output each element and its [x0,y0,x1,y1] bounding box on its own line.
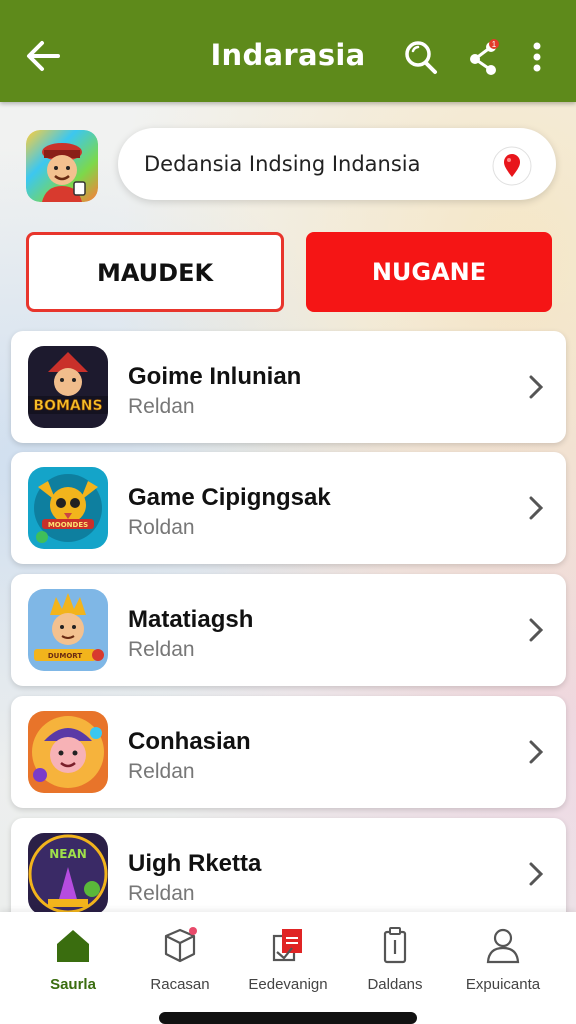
nav-item-expuicanta[interactable]: Expuicanta [448,926,558,1006]
chevron-right-icon [529,862,544,886]
mascot-icon [26,130,98,202]
share-badge: 1 [492,40,497,49]
nav-item-eedevanign[interactable]: Eedevanign [233,926,343,1006]
documents-icon [272,929,302,962]
person-icon [486,928,520,964]
thumb-logo-text: NEAN [49,847,87,861]
map-pin-icon[interactable] [492,146,532,186]
home-icon [57,930,89,962]
maudek-button[interactable]: MAUDEK [26,232,284,312]
thumb-logo-text: DUMORT [48,652,82,660]
game-thumbnail: MOONDES [28,467,108,549]
game-subtitle: Roldan [128,516,195,539]
game-title: Goime Inlunian [128,363,302,390]
game-title: Uigh Rketta [128,850,262,877]
game-subtitle: Reldan [128,395,195,418]
nav-item-saurla[interactable]: Saurla [18,926,128,1006]
search-icon [405,41,437,74]
search-bar[interactable]: Dedansia Indsing Indansia [118,128,556,200]
thumb-logo-text: MOONDES [48,521,88,529]
nav-item-daldans[interactable]: Daldans [340,926,450,1006]
nav-label: Expuicanta [465,976,541,993]
nav-item-racasan[interactable]: Racasan [125,926,235,1006]
share-button[interactable]: 1 [466,38,502,76]
chevron-right-icon [529,496,544,520]
game-subtitle: Reldan [128,760,195,783]
nav-label: Daldans [367,976,423,993]
search-button[interactable] [403,38,439,76]
game-title: Matatiagsh [128,606,254,633]
list-item[interactable]: Conhasian Reldan [11,696,566,808]
game-thumbnail: DUMORT [28,589,108,671]
game-subtitle: Reldan [128,882,195,905]
app-avatar[interactable] [26,130,98,202]
nugane-button[interactable]: NUGANE [306,232,552,312]
nav-label: Eedevanign [248,976,328,993]
game-title: Game Cipigngsak [128,484,331,511]
bottom-navigation: Saurla Racasan Eedevanign Daldans Expuic… [0,912,576,1024]
clipboard-icon [383,927,407,964]
more-button[interactable] [522,38,552,76]
game-thumbnail [28,711,108,793]
chevron-right-icon [529,375,544,399]
share-icon: 1 [470,39,499,75]
game-thumbnail: NEAN [28,833,108,915]
nav-label: Saurla [50,976,96,993]
game-title: Conhasian [128,728,251,755]
list-item[interactable]: DUMORT Matatiagsh Reldan [11,574,566,686]
more-vertical-icon [533,42,541,72]
box-icon [164,927,197,963]
list-item[interactable]: BOMANS Goime Inlunian Reldan [11,331,566,443]
search-input[interactable]: Dedansia Indsing Indansia [144,152,421,176]
nav-label: Racasan [150,976,210,993]
game-subtitle: Reldan [128,638,195,661]
home-indicator[interactable] [159,1012,417,1024]
chevron-right-icon [529,618,544,642]
chevron-right-icon [529,740,544,764]
app-bar: Indarasia 1 [0,0,576,102]
list-item[interactable]: MOONDES Game Cipigngsak Roldan [11,452,566,564]
game-thumbnail: BOMANS [28,346,108,428]
thumb-logo-text: BOMANS [33,398,102,414]
